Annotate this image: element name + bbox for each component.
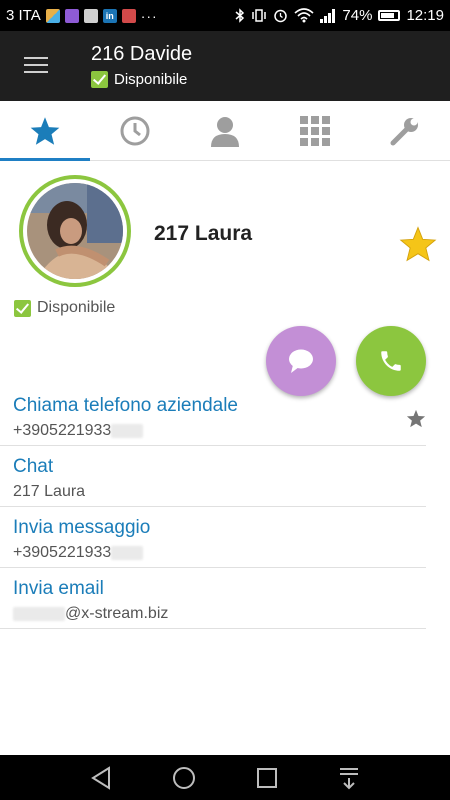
chat-bubble-icon: [289, 349, 313, 373]
status-left: 3 ITA in ···: [6, 7, 158, 24]
more-notifications-icon: ···: [140, 7, 158, 24]
wifi-icon: [294, 8, 314, 23]
avatar: [19, 175, 131, 287]
tab-settings[interactable]: [360, 101, 450, 160]
app-notification-icon: [83, 8, 98, 23]
tab-favorites[interactable]: [0, 101, 90, 161]
home-icon[interactable]: [172, 766, 196, 790]
clock-icon: [120, 116, 150, 145]
user-status-label: Disponibile: [114, 71, 188, 88]
back-icon[interactable]: [90, 765, 112, 790]
system-nav-bar: [0, 755, 450, 800]
user-title: 216 Davide: [91, 43, 193, 65]
app-root: 3 ITA in ··· 74% 12:19 216 Davide Dispon…: [0, 0, 450, 800]
row-title: Invia messaggio: [13, 517, 151, 538]
app-bar: 216 Davide Disponibile: [0, 31, 450, 101]
checkbox-icon: [91, 71, 108, 88]
status-bar: 3 ITA in ··· 74% 12:19: [0, 0, 450, 31]
row-value: @x-stream.biz: [13, 605, 168, 623]
row-value: +3905221933: [13, 422, 144, 440]
star-icon: [30, 116, 60, 145]
carrier-label: 3 ITA: [6, 7, 41, 24]
alarm-icon: [274, 9, 288, 23]
row-value: +3905221933: [13, 544, 144, 562]
row-chat[interactable]: Chat 217 Laura: [0, 446, 426, 507]
person-icon: [211, 116, 239, 147]
redacted-text: [13, 607, 65, 621]
redacted-text: [111, 424, 144, 438]
user-status[interactable]: Disponibile: [91, 71, 187, 88]
row-value: 217 Laura: [13, 483, 85, 501]
row-title: Chat: [13, 456, 54, 477]
star-icon[interactable]: [406, 409, 426, 433]
phone-number: +3905221933: [13, 544, 112, 561]
phone-icon: [381, 351, 401, 371]
contact-status: Disponibile: [14, 299, 115, 317]
tab-recents[interactable]: [90, 101, 180, 160]
status-right: 74% 12:19: [235, 7, 444, 24]
avatar-photo: [27, 183, 123, 279]
grid-icon: [300, 115, 330, 146]
favorite-star-icon[interactable]: [399, 226, 437, 267]
wrench-icon: [390, 117, 418, 145]
row-call-business-phone[interactable]: Chiama telefono aziendale +3905221933: [0, 385, 426, 446]
tab-contacts[interactable]: [180, 101, 270, 160]
recents-icon[interactable]: [256, 767, 278, 789]
tab-dialpad[interactable]: [270, 101, 360, 160]
tab-bar: [0, 101, 450, 161]
clock-time: 12:19: [406, 7, 444, 24]
redacted-text: [111, 546, 144, 560]
battery-percent: 74%: [342, 7, 373, 24]
app-notification-icon: [64, 8, 79, 23]
hamburger-menu-icon[interactable]: [24, 57, 48, 75]
phone-number: +3905221933: [13, 422, 112, 439]
row-title: Chiama telefono aziendale: [13, 395, 238, 416]
signal-icon: [320, 8, 336, 23]
linkedin-notification-icon: in: [102, 8, 117, 23]
row-send-message[interactable]: Invia messaggio +3905221933: [0, 507, 426, 568]
row-title: Invia email: [13, 578, 104, 599]
email-address: @x-stream.biz: [65, 605, 169, 622]
checkbox-icon: [14, 299, 31, 317]
contact-status-label: Disponibile: [37, 299, 116, 316]
contact-name: 217 Laura: [154, 222, 253, 245]
chat-contact: 217 Laura: [13, 483, 86, 500]
battery-icon: [378, 10, 401, 21]
bluetooth-icon: [235, 8, 245, 23]
photos-notification-icon: [45, 8, 60, 23]
vibrate-icon: [252, 9, 267, 22]
notification-pull-icon[interactable]: [338, 766, 360, 790]
mail-notification-icon: [121, 8, 136, 23]
row-send-email[interactable]: Invia email @x-stream.biz: [0, 568, 426, 629]
